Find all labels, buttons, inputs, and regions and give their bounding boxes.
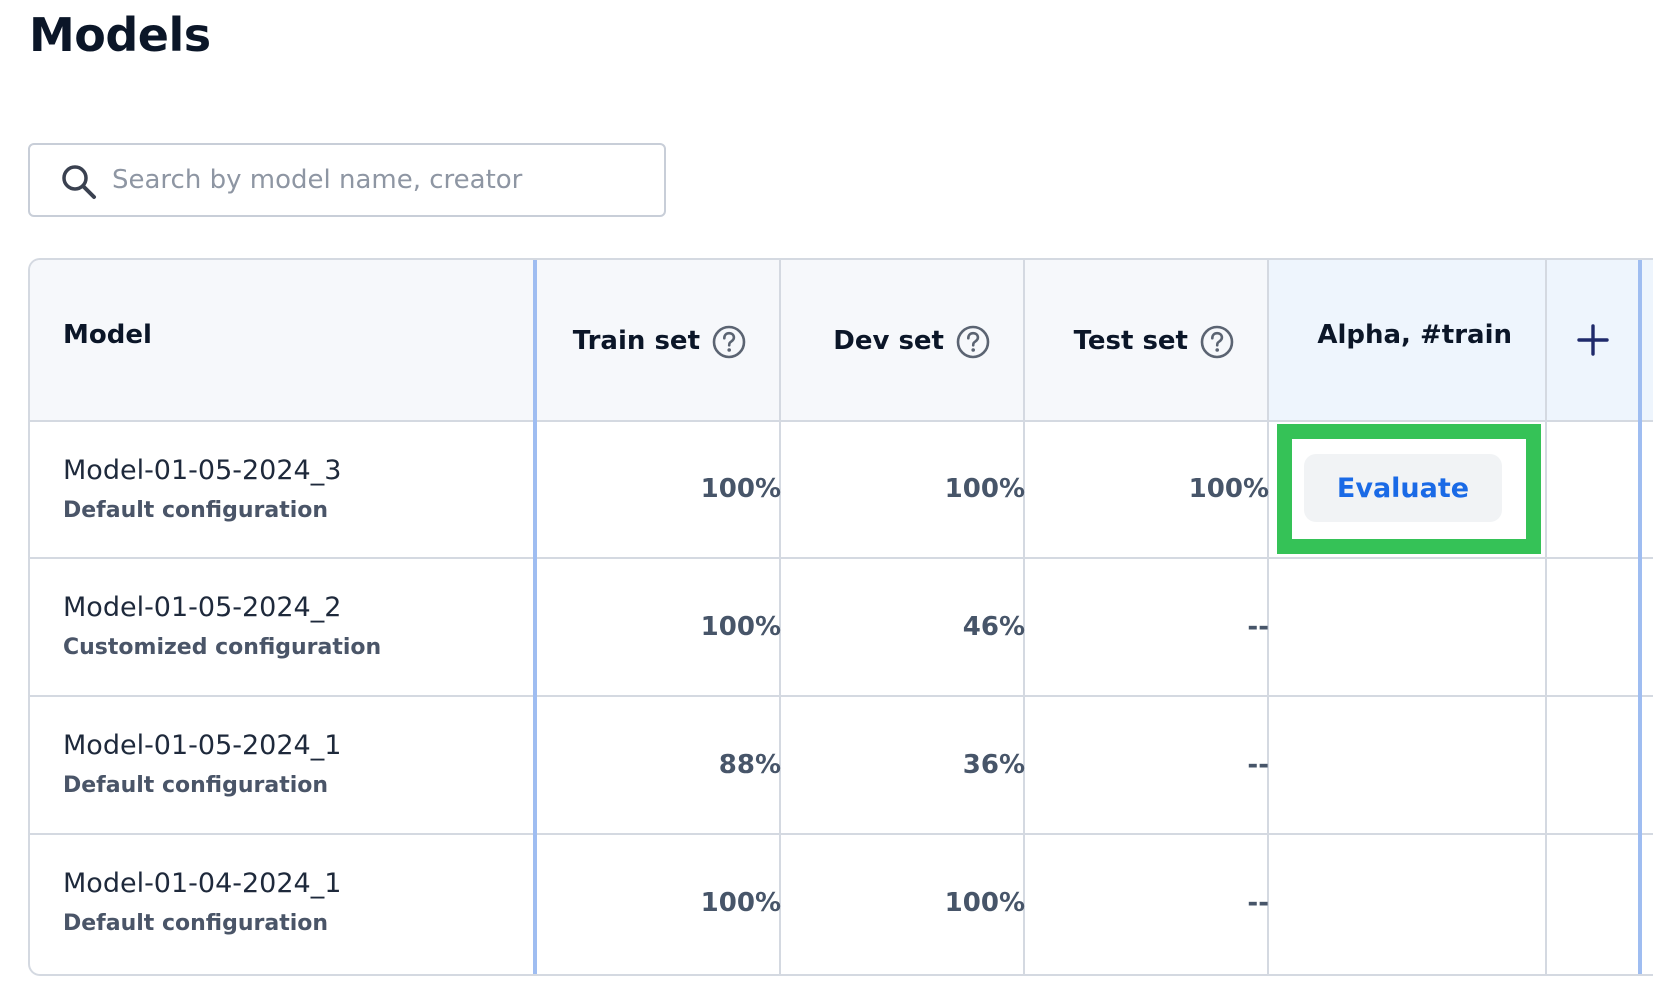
- evaluate-highlight: Evaluate: [1277, 424, 1541, 554]
- model-config: Default configuration: [63, 911, 329, 936]
- help-icon[interactable]: [956, 325, 990, 359]
- column-header-model: Model: [63, 320, 152, 350]
- column-header-dev: Dev set: [833, 326, 944, 356]
- dev-value: 100%: [944, 888, 1025, 918]
- dev-value: 100%: [944, 474, 1025, 504]
- page-title: Models: [29, 8, 211, 62]
- column-header-alpha: Alpha, #train: [1317, 320, 1512, 350]
- model-name[interactable]: Model-01-05-2024_1: [63, 730, 341, 761]
- header-cell-model[interactable]: Model: [30, 260, 537, 422]
- model-name[interactable]: Model-01-05-2024_2: [63, 592, 341, 623]
- header-cell-test[interactable]: Test set: [1024, 260, 1268, 422]
- model-name[interactable]: Model-01-04-2024_1: [63, 868, 341, 899]
- train-value: 100%: [700, 612, 781, 642]
- search-input[interactable]: [112, 153, 642, 207]
- column-divider-frozen: [533, 260, 537, 974]
- test-value: --: [1247, 612, 1269, 642]
- model-config: Default configuration: [63, 498, 329, 523]
- add-column-button[interactable]: [1546, 260, 1653, 422]
- train-value: 100%: [700, 888, 781, 918]
- model-config: Default configuration: [63, 773, 329, 798]
- dev-value: 36%: [962, 750, 1025, 780]
- table-row[interactable]: Model-01-05-2024_3 Default configuration: [30, 422, 533, 557]
- column-divider-edge: [1638, 260, 1642, 974]
- train-value: 100%: [700, 474, 781, 504]
- help-icon[interactable]: [712, 325, 746, 359]
- test-value: 100%: [1188, 474, 1269, 504]
- model-name[interactable]: Model-01-05-2024_3: [63, 455, 341, 486]
- header-cell-alpha[interactable]: Alpha, #train: [1268, 260, 1546, 422]
- table-row[interactable]: Model-01-05-2024_1 Default configuration: [30, 697, 533, 833]
- evaluate-button[interactable]: Evaluate: [1304, 454, 1502, 522]
- help-icon[interactable]: [1200, 325, 1234, 359]
- dev-value: 46%: [962, 612, 1025, 642]
- search-icon: [62, 165, 96, 199]
- header-cell-train[interactable]: Train set: [537, 260, 780, 422]
- test-value: --: [1247, 888, 1269, 918]
- train-value: 88%: [718, 750, 781, 780]
- table-row[interactable]: Model-01-05-2024_2 Customized configurat…: [30, 559, 533, 695]
- model-config: Customized configuration: [63, 635, 382, 660]
- models-table: Model Train set Dev set Test set Alpha, …: [28, 258, 1653, 976]
- column-divider: [1545, 260, 1547, 974]
- column-header-train: Train set: [572, 326, 700, 356]
- search-box[interactable]: [28, 143, 666, 217]
- plus-icon: [1577, 324, 1609, 356]
- header-cell-dev[interactable]: Dev set: [780, 260, 1024, 422]
- column-header-test: Test set: [1073, 326, 1188, 356]
- test-value: --: [1247, 750, 1269, 780]
- table-row[interactable]: Model-01-04-2024_1 Default configuration: [30, 835, 533, 971]
